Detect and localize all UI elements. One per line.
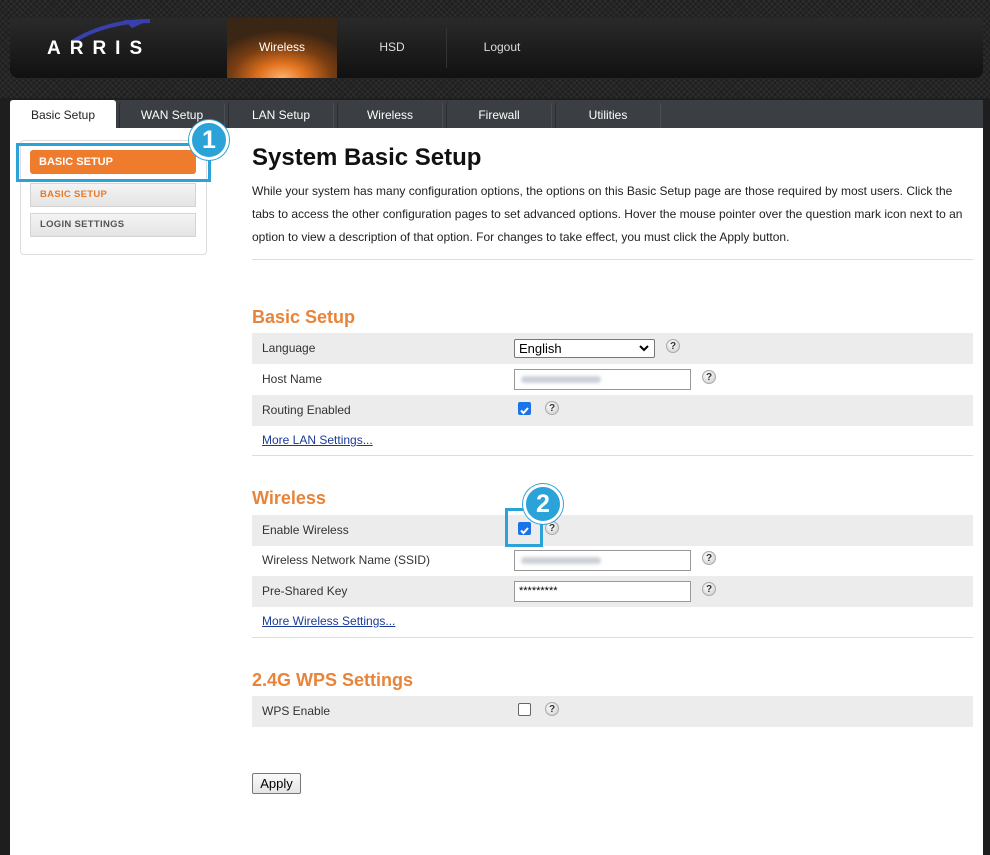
page-intro: While your system has many configuration… — [252, 184, 963, 244]
wps-enable-label: WPS Enable — [262, 704, 331, 718]
ssid-input[interactable] — [514, 550, 691, 571]
row-wps-enable: WPS Enable — [252, 696, 973, 727]
page-title: System Basic Setup — [252, 144, 482, 171]
language-label: Language — [262, 341, 316, 355]
psk-label: Pre-Shared Key — [262, 584, 348, 598]
psk-input[interactable]: ********* — [514, 581, 691, 602]
checkmark-icon — [520, 407, 529, 415]
section-title-wps: 2.4G WPS Settings — [252, 670, 414, 690]
row-enable-wireless: Enable Wireless — [252, 515, 973, 546]
wps-enable-checkbox[interactable] — [518, 703, 531, 716]
callout-badge-2: 2 — [523, 484, 563, 524]
nav-logout[interactable]: Logout — [447, 18, 557, 78]
nav-hsd[interactable]: HSD — [337, 18, 447, 78]
tab-firewall[interactable]: Firewall — [446, 102, 552, 128]
chevron-down-icon — [639, 345, 649, 352]
divider — [252, 259, 973, 260]
callout-highlight-1 — [16, 143, 211, 182]
section-title-wireless: Wireless — [252, 488, 326, 508]
help-icon[interactable]: ? — [666, 339, 680, 353]
language-select[interactable]: English — [514, 339, 655, 358]
tab-basic-setup[interactable]: Basic Setup — [10, 100, 116, 128]
more-lan-settings-link[interactable]: More LAN Settings... — [262, 433, 373, 447]
help-icon[interactable]: ? — [545, 702, 559, 716]
arris-logo[interactable]: ARRIS — [47, 38, 151, 60]
host-name-input[interactable] — [514, 369, 691, 390]
help-icon[interactable]: ? — [545, 401, 559, 415]
divider — [252, 637, 973, 638]
nav-wireless[interactable]: Wireless — [227, 18, 337, 78]
blurred-value — [521, 557, 601, 564]
more-wireless-settings-link[interactable]: More Wireless Settings... — [262, 614, 395, 628]
apply-button[interactable]: Apply — [252, 773, 301, 794]
sidebar-item-login-settings[interactable]: LOGIN SETTINGS — [30, 213, 196, 237]
section-title-basic-setup: Basic Setup — [252, 307, 356, 327]
help-icon[interactable]: ? — [702, 582, 716, 596]
routing-label: Routing Enabled — [262, 403, 351, 417]
enable-wireless-label: Enable Wireless — [262, 523, 349, 537]
host-name-label: Host Name — [262, 372, 323, 386]
help-icon[interactable]: ? — [702, 370, 716, 384]
divider — [252, 455, 973, 456]
ssid-label: Wireless Network Name (SSID) — [262, 553, 431, 567]
tab-wireless[interactable]: Wireless — [337, 102, 443, 128]
tab-lan-setup[interactable]: LAN Setup — [228, 102, 334, 128]
routing-enabled-checkbox[interactable] — [518, 402, 531, 415]
blurred-value — [521, 376, 601, 383]
sidebar-item-basic-setup[interactable]: BASIC SETUP — [30, 183, 196, 207]
callout-badge-1: 1 — [189, 120, 229, 160]
tab-utilities[interactable]: Utilities — [555, 102, 661, 128]
help-icon[interactable]: ? — [702, 551, 716, 565]
row-routing-enabled: Routing Enabled — [252, 395, 973, 426]
language-value: English — [519, 341, 562, 356]
